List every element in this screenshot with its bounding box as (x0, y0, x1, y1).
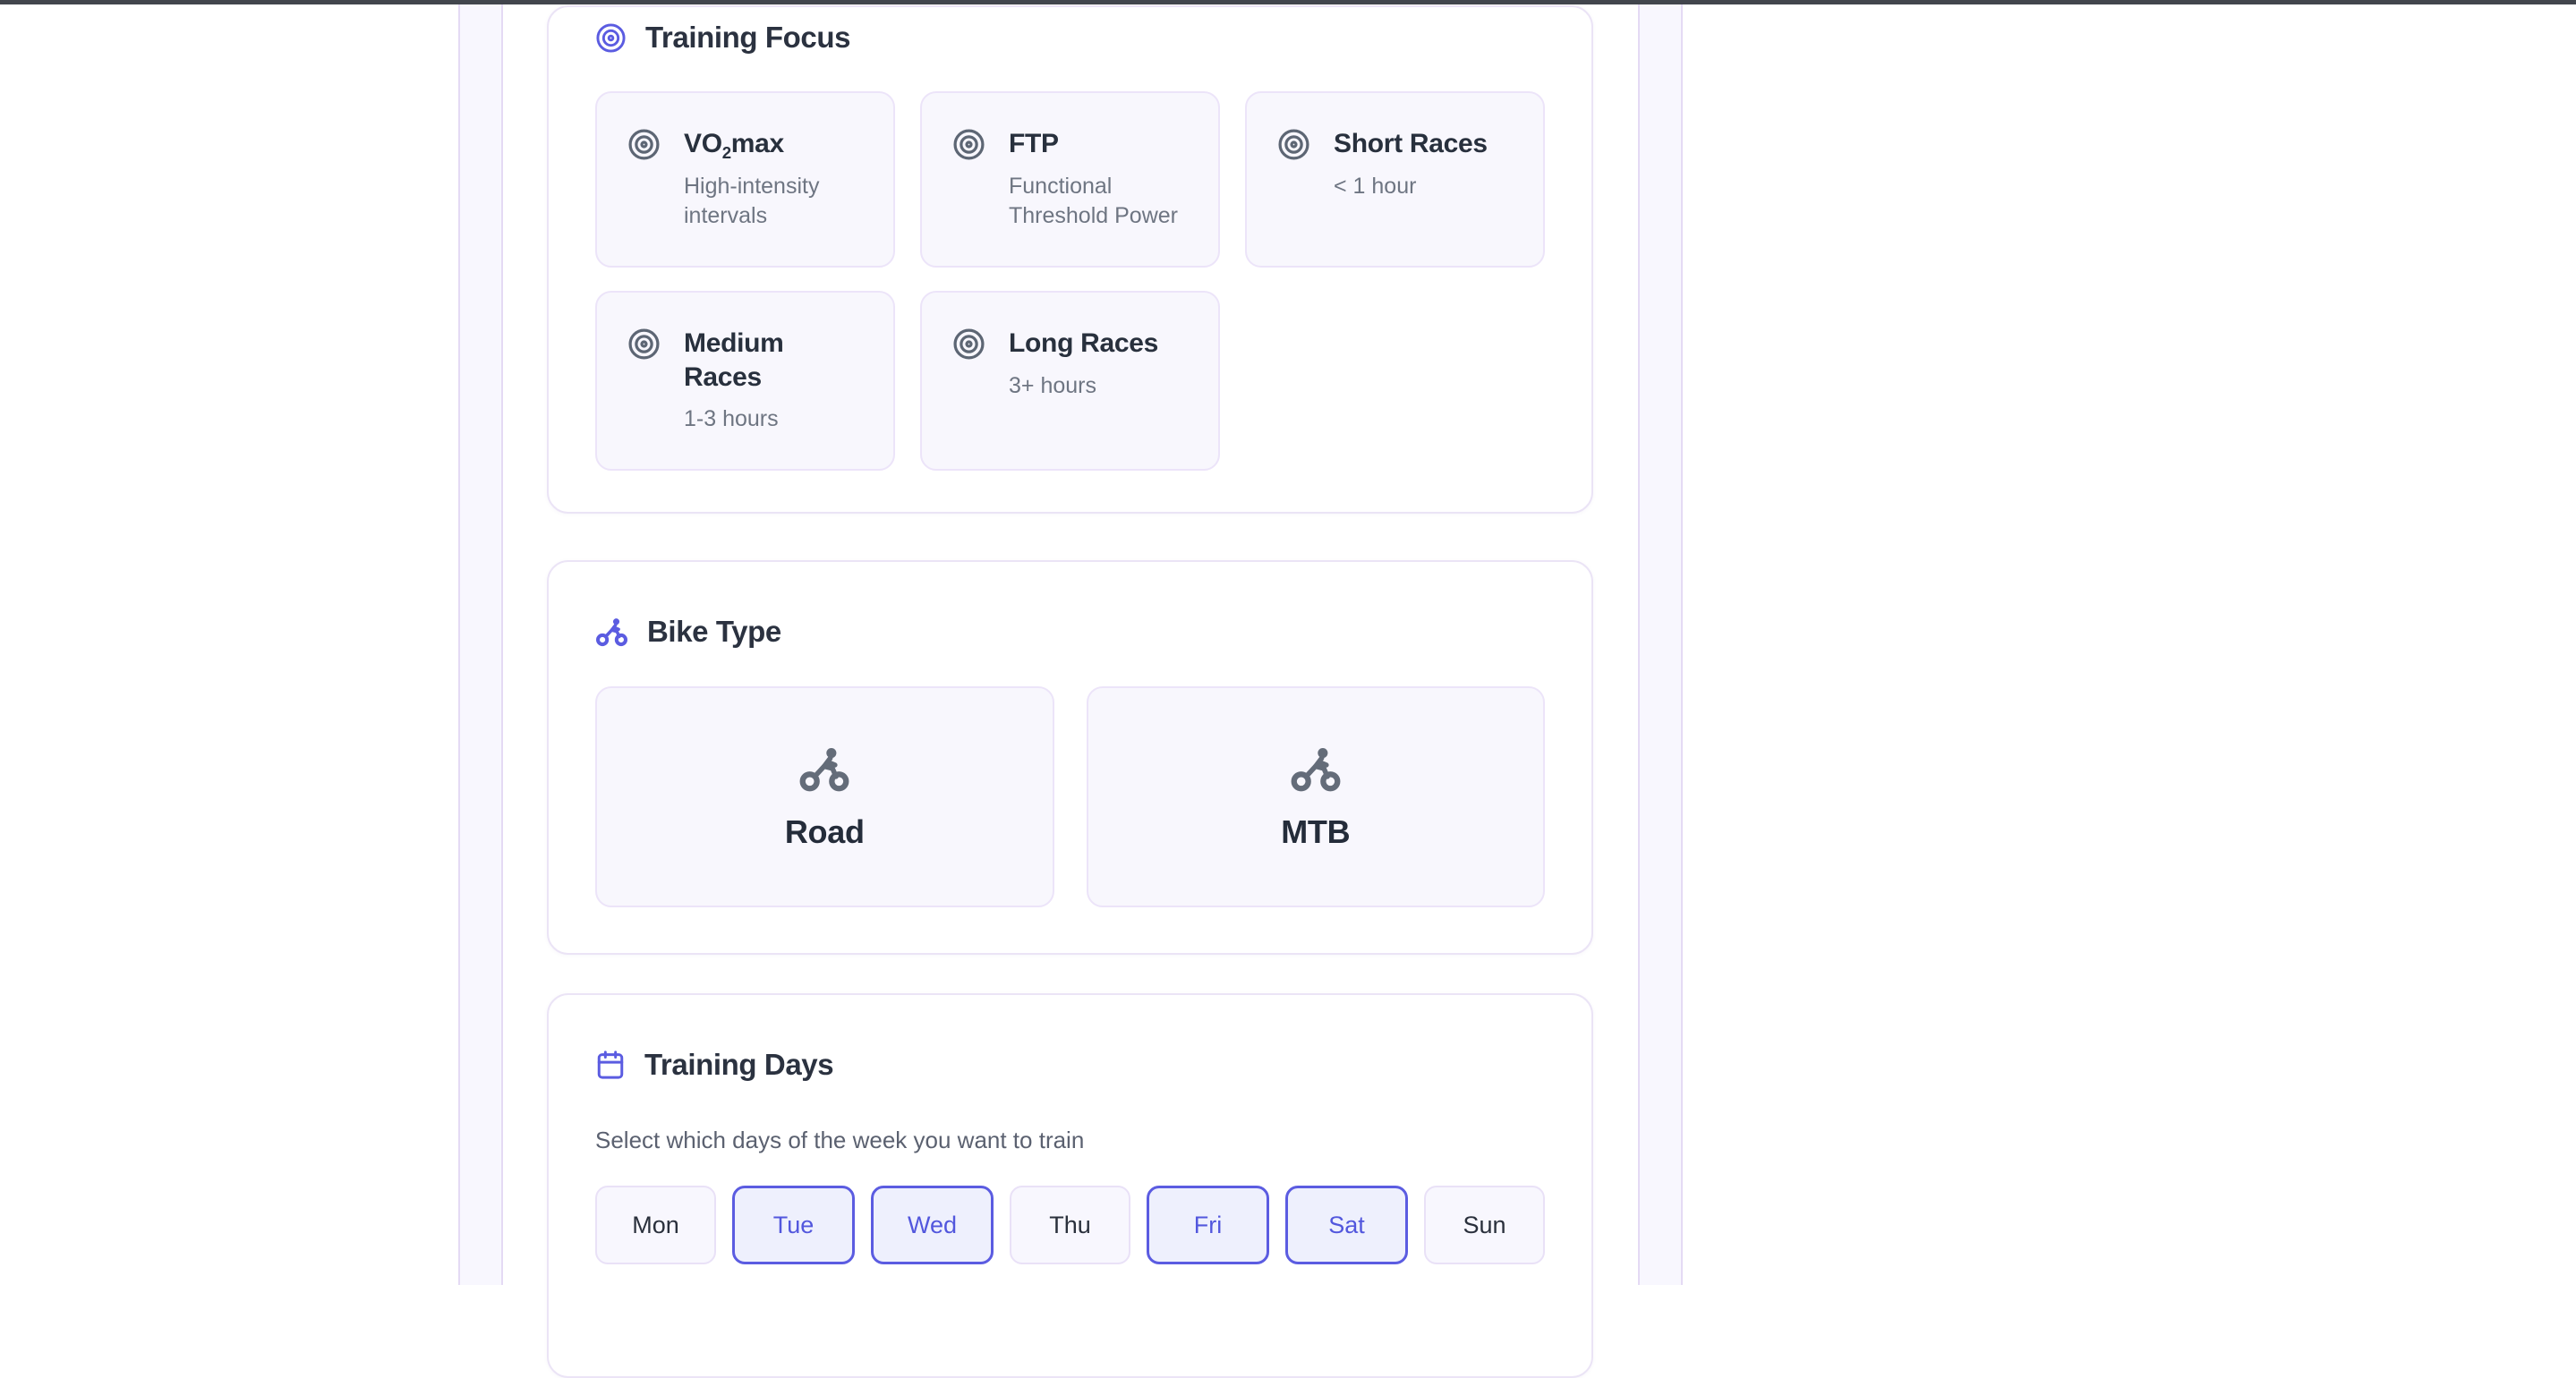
training-focus-header: Training Focus (595, 20, 1545, 55)
calendar-icon (595, 1050, 626, 1080)
day-button-sun[interactable]: Sun (1424, 1186, 1545, 1264)
option-title: FTP (1009, 127, 1188, 161)
bike-label: Road (785, 813, 865, 851)
day-button-tue[interactable]: Tue (732, 1186, 855, 1264)
day-button-thu[interactable]: Thu (1010, 1186, 1130, 1264)
section-title: Training Days (644, 1048, 833, 1082)
section-title: Bike Type (647, 615, 781, 649)
option-card-long-races[interactable]: Long Races 3+ hours (920, 291, 1220, 471)
cyclist-icon (798, 744, 850, 795)
option-subtitle: Functional Threshold Power (1009, 172, 1188, 233)
day-button-mon[interactable]: Mon (595, 1186, 716, 1264)
section-title: Training Focus (645, 21, 850, 55)
left-accent-rail (458, 4, 503, 1285)
cyclist-icon (595, 616, 628, 649)
option-card-short-races[interactable]: Short Races < 1 hour (1245, 91, 1545, 268)
option-title: Medium Races (684, 327, 863, 394)
training-days-header: Training Days (595, 1047, 1545, 1083)
training-focus-options: VO2max High-intensity intervals FTP Func… (595, 91, 1545, 471)
bike-type-options: Road MTB (595, 686, 1545, 907)
training-days-subtitle: Select which days of the week you want t… (595, 1124, 1545, 1156)
target-icon (627, 128, 661, 161)
bike-type-header: Bike Type (595, 614, 1545, 650)
form-content-column: Training Focus VO2max High-intensity int… (547, 5, 1593, 1378)
training-days-row: Mon Tue Wed Thu Fri Sat Sun (595, 1186, 1545, 1264)
top-edge-bar (0, 0, 2576, 4)
option-title: Long Races (1009, 327, 1158, 361)
target-icon (595, 22, 627, 54)
option-subtitle: High-intensity intervals (684, 172, 863, 233)
option-subtitle: 3+ hours (1009, 371, 1158, 402)
option-card-ftp[interactable]: FTP Functional Threshold Power (920, 91, 1220, 268)
right-accent-rail (1638, 4, 1683, 1285)
cyclist-icon (1290, 744, 1342, 795)
option-subtitle: 1-3 hours (684, 404, 863, 435)
option-subtitle: < 1 hour (1334, 172, 1488, 202)
bike-label: MTB (1281, 813, 1350, 851)
target-icon (627, 327, 661, 361)
target-icon (1277, 128, 1310, 161)
target-icon (952, 128, 985, 161)
day-button-wed[interactable]: Wed (871, 1186, 994, 1264)
training-days-section: Training Days Select which days of the w… (547, 993, 1593, 1378)
bike-card-road[interactable]: Road (595, 686, 1054, 907)
target-icon (952, 327, 985, 361)
bike-card-mtb[interactable]: MTB (1087, 686, 1546, 907)
option-card-medium-races[interactable]: Medium Races 1-3 hours (595, 291, 895, 471)
training-focus-section: Training Focus VO2max High-intensity int… (547, 5, 1593, 514)
option-title: VO2max (684, 127, 863, 161)
option-title: Short Races (1334, 127, 1488, 161)
day-button-sat[interactable]: Sat (1285, 1186, 1408, 1264)
day-button-fri[interactable]: Fri (1147, 1186, 1269, 1264)
bike-type-section: Bike Type Road MTB (547, 560, 1593, 955)
option-card-vo2max[interactable]: VO2max High-intensity intervals (595, 91, 895, 268)
